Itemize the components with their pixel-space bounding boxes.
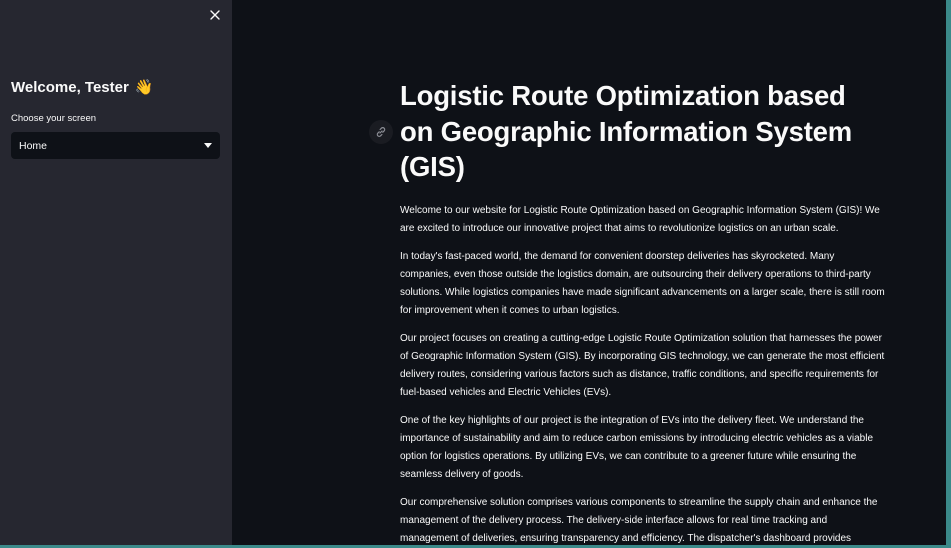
intro-paragraph-1: Welcome to our website for Logistic Rout… bbox=[400, 204, 880, 234]
page-title: Logistic Route Optimization based on Geo… bbox=[400, 80, 852, 182]
sidebar-welcome: Welcome, Tester 👋 bbox=[11, 78, 154, 96]
app-window: Welcome, Tester 👋 Choose your screen Hom… bbox=[0, 0, 946, 545]
intro-paragraph-5: Our comprehensive solution comprises var… bbox=[400, 496, 878, 544]
wave-emoji: 👋 bbox=[134, 78, 154, 96]
screen-select[interactable]: Home bbox=[11, 132, 220, 159]
title-anchor-link[interactable] bbox=[369, 120, 393, 144]
main-content: Logistic Route Optimization based on Geo… bbox=[232, 0, 946, 545]
intro-paragraph-2: In today's fast-paced world, the demand … bbox=[400, 250, 885, 316]
intro-paragraph-3: Our project focuses on creating a cuttin… bbox=[400, 332, 885, 398]
page-content: Logistic Route Optimization based on Geo… bbox=[400, 78, 886, 545]
intro-paragraph-4: One of the key highlights of our project… bbox=[400, 414, 874, 480]
chevron-down-icon bbox=[204, 143, 212, 148]
sidebar: Welcome, Tester 👋 Choose your screen Hom… bbox=[0, 0, 232, 545]
close-sidebar-button[interactable] bbox=[206, 6, 224, 24]
link-icon bbox=[376, 127, 386, 137]
close-icon bbox=[210, 10, 220, 20]
welcome-text: Welcome, Tester bbox=[11, 78, 129, 96]
screen-select-value: Home bbox=[19, 139, 48, 152]
screen-select-label: Choose your screen bbox=[11, 113, 97, 124]
